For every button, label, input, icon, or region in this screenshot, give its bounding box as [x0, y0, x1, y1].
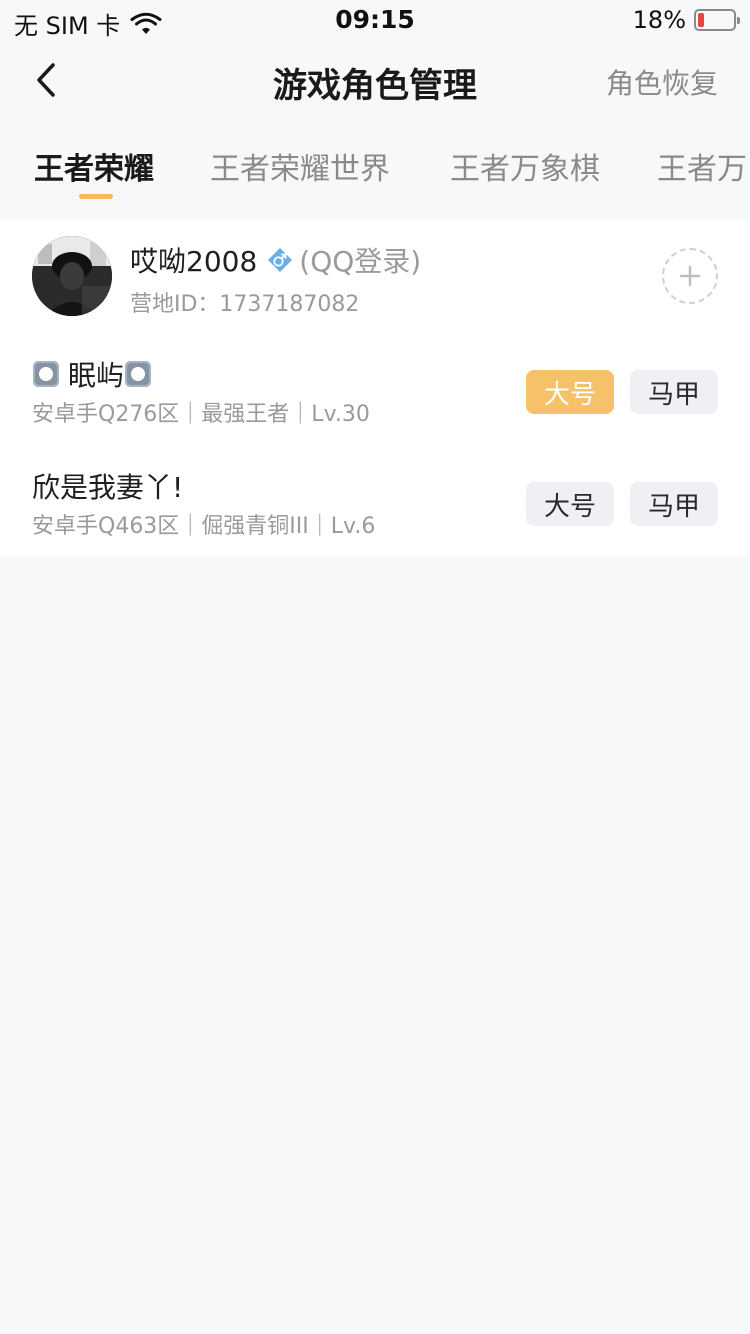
account-name-line: 哎呦2008 (QQ登录): [130, 240, 421, 280]
role-management-page: 无 SIM 卡 09:15 18% 游戏角色管理 角色恢复 王者荣耀 王者荣耀世…: [0, 0, 750, 1334]
account-name: 哎呦2008: [130, 245, 258, 278]
record-button-icon: [33, 361, 59, 387]
role-row: 欣是我妻丫! 安卓手Q463区｜倔强青铜III｜Lv.6 大号 马甲: [0, 466, 750, 566]
battery-indicator: 18%: [632, 6, 740, 34]
alt-account-button[interactable]: 马甲: [630, 482, 718, 526]
main-account-button[interactable]: 大号: [526, 370, 614, 414]
login-type: (QQ登录): [299, 245, 422, 278]
avatar[interactable]: [32, 236, 112, 316]
battery-percent: 18%: [632, 6, 686, 34]
male-icon: [268, 248, 293, 272]
active-tab-indicator: [79, 194, 113, 199]
nav-bar: 游戏角色管理 角色恢复: [0, 40, 750, 122]
avatar-image: [32, 236, 112, 316]
tab-wangzhe-rongyao[interactable]: 王者荣耀: [34, 144, 154, 188]
plus-icon: [679, 265, 701, 287]
role-restore-button[interactable]: 角色恢复: [606, 62, 718, 102]
role-row: 眠屿 安卓手Q276区｜最强王者｜Lv.30 大号 马甲: [0, 354, 750, 454]
battery-fill: [698, 13, 705, 27]
account-card: 哎呦2008 (QQ登录) 营地ID：1737187082 眠屿 安卓手Q276…: [0, 220, 750, 556]
role-name-line: 眠屿: [32, 354, 152, 394]
game-tabs: 王者荣耀 王者荣耀世界 王者万象棋 王者万: [0, 122, 750, 220]
alt-account-button[interactable]: 马甲: [630, 370, 718, 414]
role-name-line: 欣是我妻丫!: [32, 466, 183, 506]
status-bar: 无 SIM 卡 09:15 18%: [0, 0, 750, 40]
role-meta: 安卓手Q463区｜倔强青铜III｜Lv.6: [32, 514, 376, 539]
record-button-icon: [125, 361, 152, 387]
battery-icon: [694, 9, 740, 31]
role-meta: 安卓手Q276区｜最强王者｜Lv.30: [32, 402, 370, 427]
role-name: 欣是我妻丫!: [32, 471, 184, 504]
camp-id: 营地ID：1737187082: [130, 292, 360, 317]
tab-wangzhe-wan[interactable]: 王者万: [657, 144, 747, 188]
tab-wangzhe-wanxiangqi[interactable]: 王者万象棋: [450, 144, 600, 188]
main-account-button[interactable]: 大号: [526, 482, 614, 526]
role-name: 眠屿: [68, 359, 125, 392]
add-role-button[interactable]: [662, 248, 718, 304]
tab-wangzhe-rongyao-shijie[interactable]: 王者荣耀世界: [210, 144, 390, 188]
